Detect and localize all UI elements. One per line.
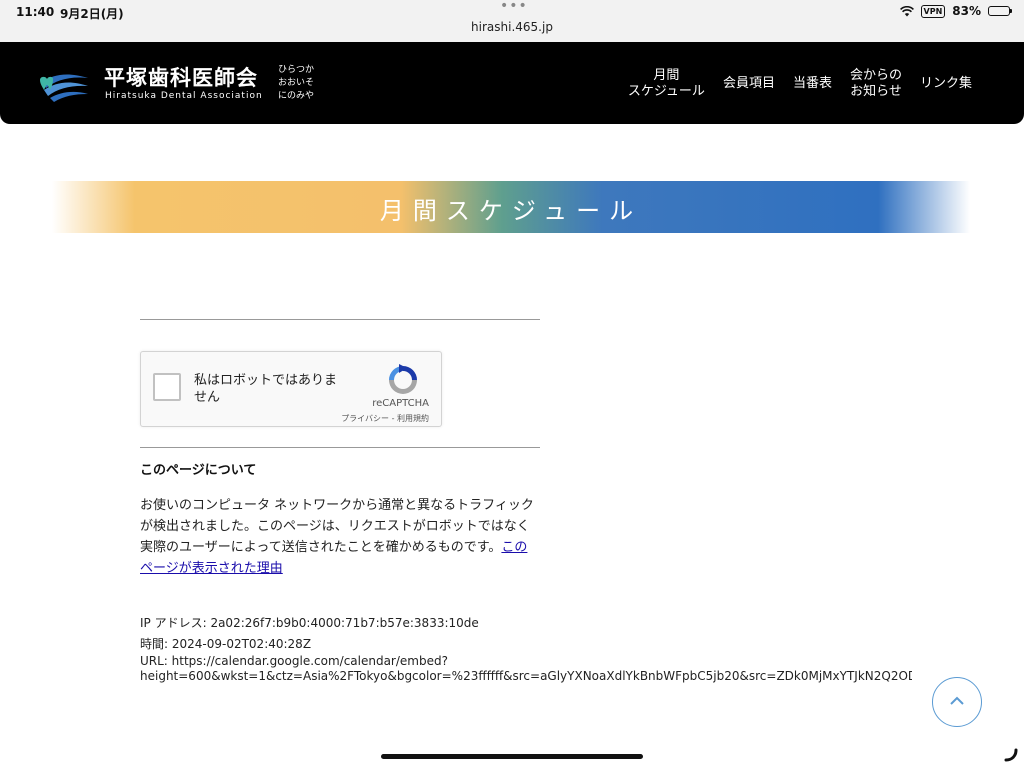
recaptcha-widget: 私はロボットではありません reCAPTCHA プライバシー - 利用規約 — [140, 351, 442, 427]
vpn-badge: VPN — [920, 4, 946, 18]
battery-icon — [988, 6, 1012, 16]
page-banner: 月間スケジュール — [52, 181, 970, 233]
site-title[interactable]: 平塚歯科医師会 — [104, 62, 258, 92]
back-to-top-button[interactable] — [932, 677, 982, 727]
divider — [140, 319, 540, 320]
nav-item-duty-roster[interactable]: 当番表 — [793, 76, 832, 92]
about-text: お使いのコンピュータ ネットワークから通常と異なるトラフィックが検出されました。… — [140, 495, 534, 579]
recaptcha-brand: reCAPTCHA — [372, 398, 429, 409]
status-time: 11:40 — [16, 5, 55, 19]
site-subtitle: Hiratsuka Dental Association — [105, 91, 263, 101]
chevron-up-icon — [950, 696, 964, 705]
about-body-text: お使いのコンピュータ ネットワークから通常と異なるトラフィックが検出されました。… — [140, 498, 534, 555]
recaptcha-privacy-terms-link[interactable]: プライバシー - 利用規約 — [341, 413, 429, 424]
area-name: ひらつか — [278, 65, 315, 75]
request-time: 時間: 2024-09-02T02:40:28Z — [140, 637, 312, 651]
site-area-names: ひらつか おおいそ にのみや — [278, 64, 318, 103]
request-url: URL: https://calendar.google.com/calenda… — [140, 654, 912, 684]
global-nav: 月間 スケジュール 会員項目 当番表 会からの お知らせ リンク集 — [628, 68, 972, 100]
about-heading: このページについて — [140, 463, 257, 478]
request-url-line: height=600&wkst=1&ctz=Asia%2FTokyo&bgcol… — [140, 669, 912, 683]
page-title: 月間スケジュール — [379, 197, 643, 225]
area-name: にのみや — [278, 91, 315, 101]
recaptcha-logo-icon — [389, 364, 417, 394]
recaptcha-checkbox[interactable] — [153, 373, 181, 401]
home-indicator[interactable] — [381, 754, 643, 759]
address-bar-url[interactable]: hirashi.465.jp — [0, 20, 1024, 34]
status-bar: 11:40 9月2日(月) ••• hirashi.465.jp VPN 83% — [0, 0, 1024, 43]
area-name: おおいそ — [278, 78, 315, 88]
more-dots-icon[interactable]: ••• — [500, 0, 528, 14]
nav-item-monthly-schedule[interactable]: 月間 スケジュール — [628, 68, 705, 100]
recaptcha-label: 私はロボットではありません — [194, 373, 338, 405]
nav-item-links[interactable]: リンク集 — [920, 76, 972, 92]
divider — [140, 447, 540, 448]
nav-item-association-news[interactable]: 会からの お知らせ — [850, 68, 902, 100]
nav-item-member-items[interactable]: 会員項目 — [723, 76, 775, 92]
wifi-icon — [899, 5, 914, 16]
status-indicators: VPN 83% — [899, 4, 1012, 18]
tooth-wave-logo-icon[interactable] — [38, 68, 90, 102]
site-header: 平塚歯科医師会 Hiratsuka Dental Association ひらつ… — [0, 42, 1024, 124]
ip-address: IP アドレス: 2a02:26f7:b9b0:4000:71b7:b57e:3… — [140, 616, 479, 630]
request-url-line: URL: https://calendar.google.com/calenda… — [140, 654, 448, 668]
resize-corner-icon — [1004, 748, 1018, 762]
battery-percent: 83% — [952, 4, 981, 18]
